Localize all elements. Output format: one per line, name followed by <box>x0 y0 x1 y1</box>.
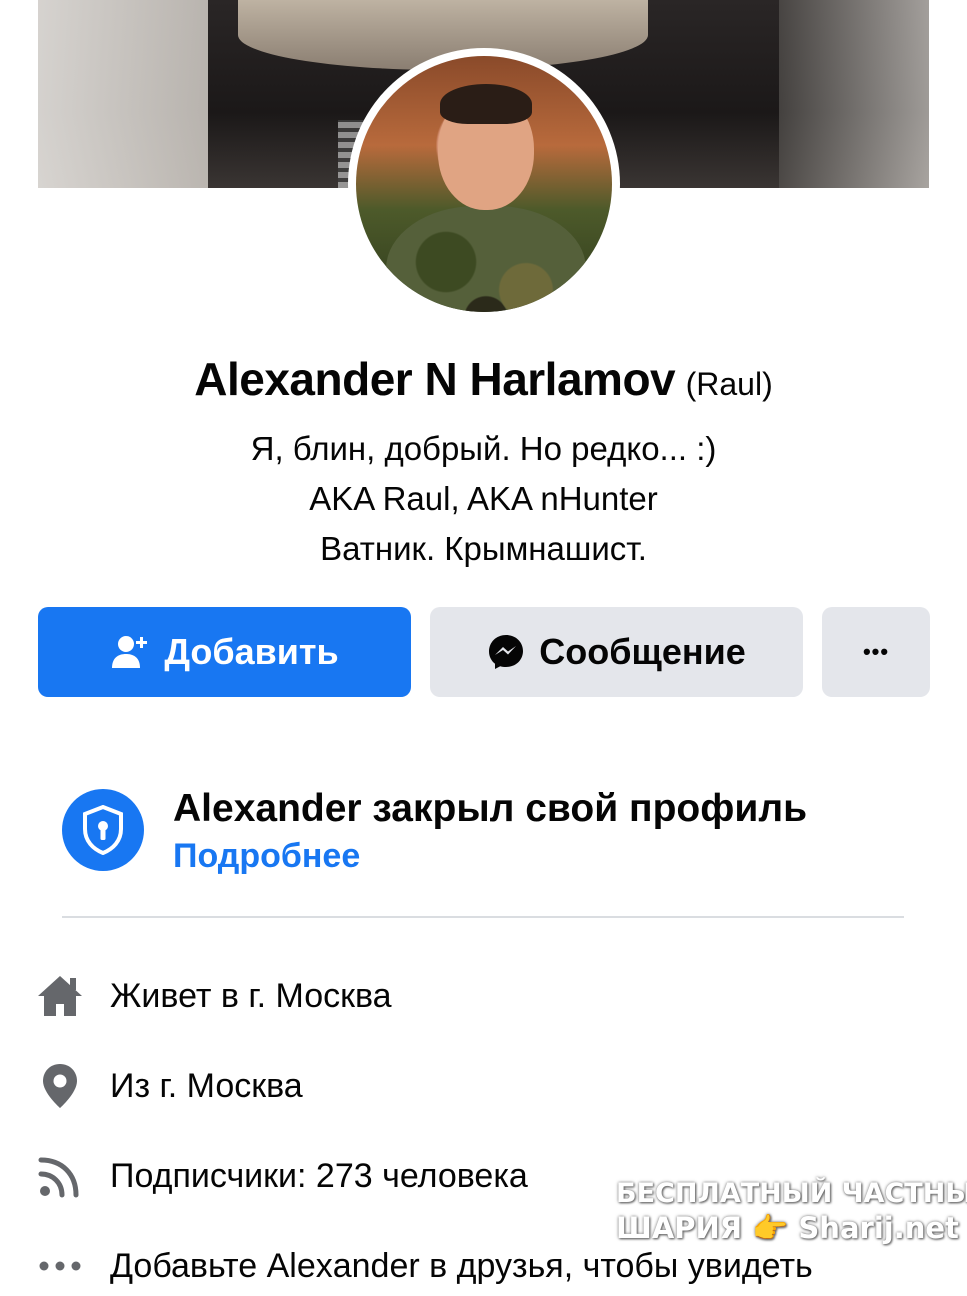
lives-in-text: Живет в г. Москва <box>110 976 392 1015</box>
rss-followers-icon <box>36 1152 84 1200</box>
location-pin-icon <box>36 1062 84 1110</box>
message-button[interactable]: Сообщение <box>430 607 803 697</box>
bio-line: AKA Raul, AKA nHunter <box>309 480 658 517</box>
more-options-button[interactable]: ••• <box>822 607 930 697</box>
followers-text: Подписчики: 273 человека <box>110 1156 528 1195</box>
watermark: БЕСПЛАТНЫЙ ЧАСТНЫЙ ШАРИЯ 👉 Sharij.net <box>616 1178 967 1258</box>
profile-name: Alexander N Harlamov <box>194 353 676 405</box>
profile-bio: Я, блин, добрый. Но редко... :) AKA Raul… <box>0 424 967 574</box>
add-friend-icon <box>110 632 150 672</box>
profile-name-row: Alexander N Harlamov (Raul) <box>0 352 967 406</box>
bio-line: Ватник. Крымнашист. <box>320 530 647 567</box>
locked-profile-title: Alexander закрыл свой профиль <box>173 787 808 830</box>
more-dots-icon <box>36 1242 84 1290</box>
profile-avatar[interactable] <box>348 48 620 320</box>
more-dots-icon: ••• <box>862 639 890 664</box>
add-friend-label: Добавить <box>164 631 339 672</box>
add-friend-button[interactable]: Добавить <box>38 607 411 697</box>
learn-more-link[interactable]: Подробнее <box>173 837 360 876</box>
divider <box>62 916 904 918</box>
messenger-icon <box>487 633 525 671</box>
profile-alternate-name: (Raul) <box>685 366 773 402</box>
shield-icon <box>62 789 144 871</box>
info-from: Из г. Москва <box>36 1056 936 1116</box>
locked-profile-notice: Alexander закрыл свой профиль Подробнее <box>62 787 922 887</box>
watermark-line2: ШАРИЯ 👉 Sharij.net <box>616 1211 959 1245</box>
watermark-line1: БЕСПЛАТНЫЙ ЧАСТНЫЙ <box>616 1178 967 1209</box>
message-label: Сообщение <box>539 631 746 672</box>
home-icon <box>36 972 84 1020</box>
from-text: Из г. Москва <box>110 1066 303 1105</box>
info-lives-in: Живет в г. Москва <box>36 966 936 1026</box>
bio-line: Я, блин, добрый. Но редко... :) <box>250 430 717 467</box>
